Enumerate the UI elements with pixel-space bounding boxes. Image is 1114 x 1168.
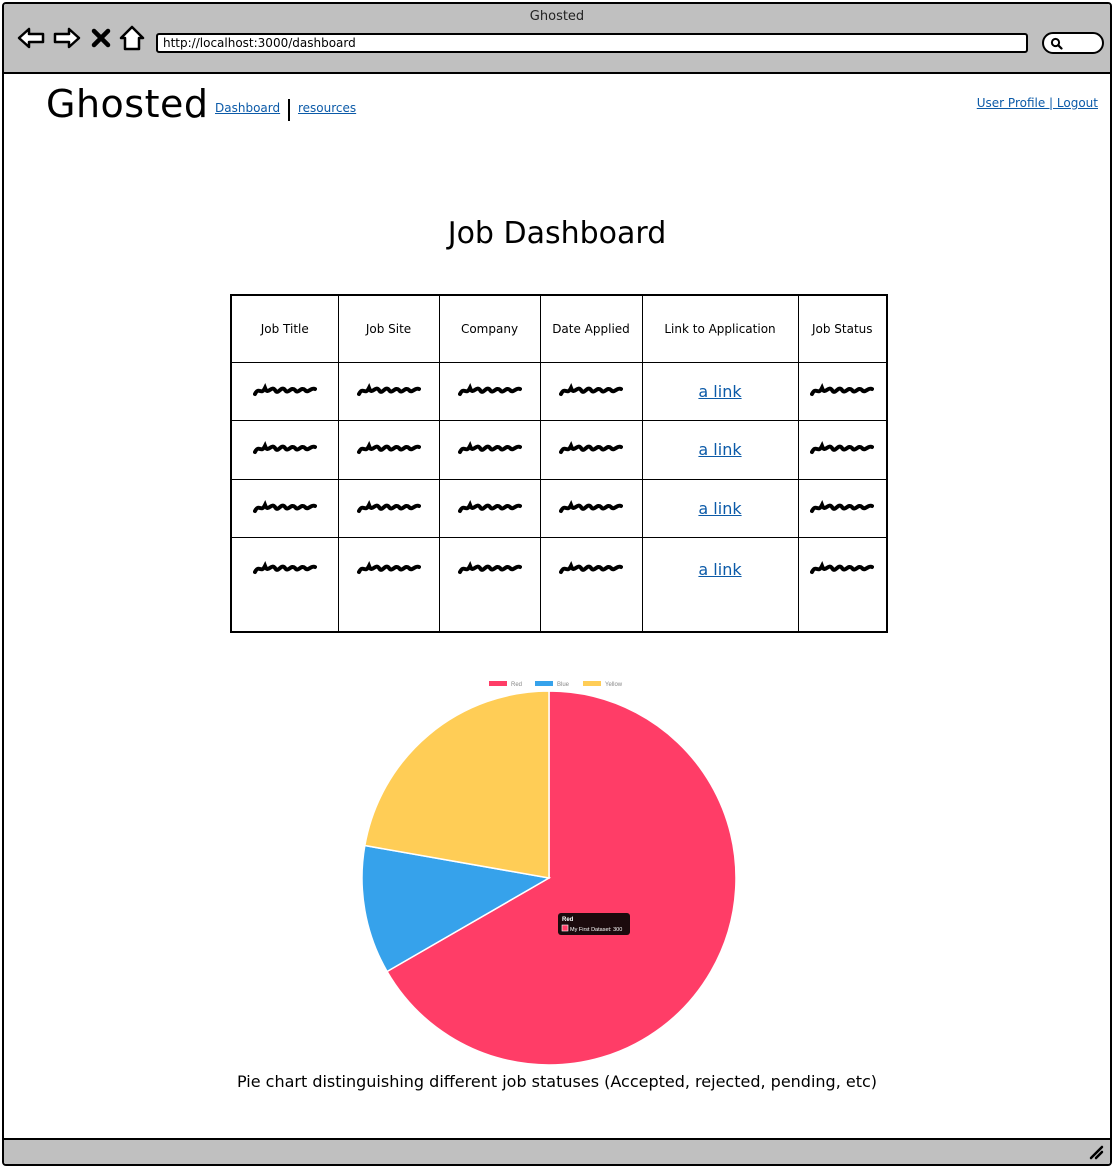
table-cell: [539, 536, 643, 633]
scribble-placeholder-icon: [457, 441, 522, 455]
table-cell: a link: [641, 478, 799, 538]
forward-arrow-icon[interactable]: [52, 24, 82, 52]
table-cell: [438, 420, 541, 480]
column-header-link-to-application: Link to Application: [641, 294, 799, 363]
scribble-placeholder-icon: [252, 499, 317, 513]
brand-logo[interactable]: Ghosted: [46, 82, 208, 126]
chart-tooltip: Red My First Dataset: 300: [558, 913, 630, 935]
table-cell: [337, 478, 440, 538]
column-header-job-status: Job Status: [797, 294, 888, 363]
tooltip-label: My First Dataset: 300: [570, 927, 622, 933]
search-icon: [1050, 37, 1063, 50]
scribble-placeholder-icon: [559, 441, 623, 455]
application-link[interactable]: a link: [698, 382, 741, 401]
window-title: Ghosted: [529, 9, 585, 24]
browser-search-box[interactable]: [1042, 32, 1104, 54]
table-cell: a link: [641, 361, 799, 422]
legend-swatch-yellow[interactable]: [583, 681, 601, 686]
scribble-placeholder-icon: [356, 560, 421, 574]
table-cell: [337, 420, 440, 480]
legend-swatch-red[interactable]: [489, 681, 507, 686]
scribble-placeholder-icon: [356, 499, 421, 513]
table-cell: [230, 478, 339, 538]
tooltip-swatch: [561, 924, 569, 932]
table-cell: [230, 361, 339, 422]
browser-window: Ghosted http://localhost:3000/dashboard …: [2, 2, 1112, 1166]
table-cell: [797, 420, 888, 480]
table-cell: [438, 478, 541, 538]
column-header-date-applied: Date Applied: [539, 294, 643, 363]
home-icon[interactable]: [118, 24, 146, 52]
scribble-placeholder-icon: [252, 441, 317, 455]
close-x-icon[interactable]: [90, 24, 112, 52]
table-cell: [797, 536, 888, 633]
pie-slice-yellow[interactable]: [363, 690, 550, 879]
table-cell: [438, 536, 541, 633]
table-row: a link: [230, 536, 888, 633]
table-row: a link: [230, 420, 888, 480]
scribble-placeholder-icon: [810, 499, 875, 513]
scribble-placeholder-icon: [457, 560, 522, 574]
chart-legend: Red Blue Yellow: [489, 681, 623, 688]
table-row: a link: [230, 361, 888, 422]
job-table: Job Title Job Site Company Date Applied …: [230, 294, 888, 633]
legend-label-blue: Blue: [557, 682, 570, 688]
scribble-placeholder-icon: [356, 383, 421, 397]
nav-dashboard-link[interactable]: Dashboard: [215, 101, 280, 115]
table-cell: a link: [641, 420, 799, 480]
scribble-placeholder-icon: [810, 441, 875, 455]
table-cell: [539, 420, 643, 480]
table-cell: [438, 361, 541, 422]
url-bar[interactable]: http://localhost:3000/dashboard: [156, 33, 1028, 53]
table-cell: [230, 536, 339, 633]
table-header-row: Job Title Job Site Company Date Applied …: [230, 294, 888, 363]
browser-titlebar: Ghosted http://localhost:3000/dashboard: [4, 4, 1110, 74]
column-header-company: Company: [438, 294, 541, 363]
table-cell: [797, 478, 888, 538]
scribble-placeholder-icon: [252, 560, 317, 574]
table-cell: [230, 420, 339, 480]
table-cell: [797, 361, 888, 422]
scribble-placeholder-icon: [457, 383, 522, 397]
back-arrow-icon[interactable]: [16, 24, 46, 52]
tooltip-title: Red: [562, 917, 574, 923]
table-cell: [539, 361, 643, 422]
application-link[interactable]: a link: [698, 499, 741, 518]
job-status-pie-chart: Red Blue Yellow Red My First Dataset: 300: [344, 672, 754, 1072]
browser-status-bar: [4, 1138, 1110, 1164]
application-link[interactable]: a link: [698, 560, 741, 579]
scribble-placeholder-icon: [810, 560, 875, 574]
nav-separator: [288, 99, 290, 121]
column-header-job-title: Job Title: [230, 294, 339, 363]
scribble-placeholder-icon: [559, 499, 623, 513]
user-profile-logout-link[interactable]: User Profile | Logout: [977, 96, 1098, 110]
resize-grip-icon[interactable]: [1088, 1144, 1104, 1160]
table-row: a link: [230, 478, 888, 538]
legend-label-red: Red: [511, 682, 522, 688]
scribble-placeholder-icon: [559, 383, 623, 397]
scribble-placeholder-icon: [457, 499, 522, 513]
table-cell: a link: [641, 536, 799, 633]
scribble-placeholder-icon: [356, 441, 421, 455]
chart-caption: Pie chart distinguishing different job s…: [236, 1072, 878, 1091]
nav-resources-link[interactable]: resources: [298, 101, 356, 115]
scribble-placeholder-icon: [559, 560, 623, 574]
scribble-placeholder-icon: [810, 383, 875, 397]
table-cell: [337, 536, 440, 633]
pie-chart-svg: Red Blue Yellow Red My First Dataset: 300: [361, 681, 737, 1066]
column-header-job-site: Job Site: [337, 294, 440, 363]
scribble-placeholder-icon: [252, 383, 317, 397]
page-title: Job Dashboard: [447, 216, 667, 251]
legend-swatch-blue[interactable]: [535, 681, 553, 686]
application-link[interactable]: a link: [698, 440, 741, 459]
table-cell: [337, 361, 440, 422]
legend-label-yellow: Yellow: [605, 682, 623, 688]
table-cell: [539, 478, 643, 538]
